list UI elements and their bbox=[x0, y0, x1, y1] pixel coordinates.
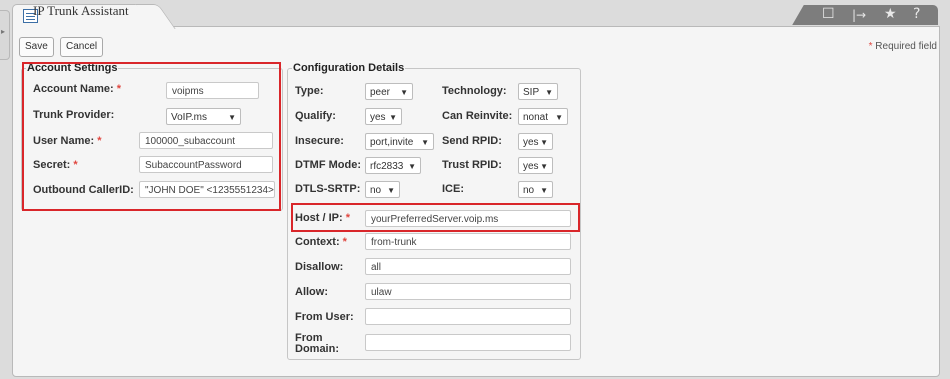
dropdown-arrow-icon: ▼ bbox=[540, 162, 548, 171]
account-name-label: Account Name: * bbox=[33, 83, 122, 95]
dropdown-arrow-icon: ▼ bbox=[421, 138, 429, 147]
secret-label: Secret: * bbox=[33, 159, 78, 171]
from-domain-label: From Domain: bbox=[295, 332, 339, 355]
title-toolbar: ☐ |→ ★ ? bbox=[808, 5, 938, 25]
trust-rpid-select[interactable]: yes ▼ bbox=[518, 157, 553, 174]
host-ip-field[interactable]: yourPreferredServer.voip.ms bbox=[365, 210, 571, 227]
dropdown-arrow-icon: ▼ bbox=[545, 88, 553, 97]
outbound-callerid-field[interactable]: "JOHN DOE" <1235551234> bbox=[139, 181, 275, 198]
trunk-provider-label: Trunk Provider: bbox=[33, 109, 115, 121]
dropdown-arrow-icon: ▼ bbox=[555, 113, 563, 122]
account-name-field[interactable]: voipms bbox=[166, 82, 259, 99]
user-name-field[interactable]: 100000_subaccount bbox=[139, 132, 273, 149]
pin-icon[interactable]: |→ bbox=[852, 8, 866, 22]
dtmf-mode-select[interactable]: rfc2833 ▼ bbox=[365, 157, 421, 174]
type-select[interactable]: peer ▼ bbox=[365, 83, 413, 100]
dropdown-arrow-icon: ▼ bbox=[389, 113, 397, 122]
main-panel: Save Cancel * Required field Account Set… bbox=[12, 26, 940, 377]
sidebar-toggle[interactable]: ▸ bbox=[0, 10, 10, 60]
dropdown-arrow-icon: ▼ bbox=[400, 88, 408, 97]
from-user-label: From User: bbox=[295, 311, 354, 323]
configuration-details-legend: Configuration Details bbox=[292, 62, 406, 74]
disallow-field[interactable]: all bbox=[365, 258, 571, 275]
send-rpid-label: Send RPID: bbox=[442, 135, 502, 147]
insecure-select[interactable]: port,invite ▼ bbox=[365, 133, 434, 150]
dtmf-mode-label: DTMF Mode: bbox=[295, 159, 361, 171]
dropdown-arrow-icon: ▼ bbox=[540, 138, 548, 147]
send-rpid-select[interactable]: yes ▼ bbox=[518, 133, 553, 150]
edit-icon[interactable]: ☐ bbox=[822, 6, 835, 22]
ice-label: ICE: bbox=[442, 183, 464, 195]
disallow-label: Disallow: bbox=[295, 261, 344, 273]
qualify-label: Qualify: bbox=[295, 110, 336, 122]
cancel-button[interactable]: Cancel bbox=[60, 37, 104, 57]
can-reinvite-select[interactable]: nonat ▼ bbox=[518, 108, 568, 125]
save-button[interactable]: Save bbox=[19, 37, 54, 57]
ice-select[interactable]: no ▼ bbox=[518, 181, 553, 198]
outbound-callerid-label: Outbound CallerID: bbox=[33, 184, 134, 196]
from-user-field[interactable] bbox=[365, 308, 571, 325]
technology-label: Technology: bbox=[442, 85, 507, 97]
page-title: IP Trunk Assistant bbox=[33, 3, 129, 18]
allow-label: Allow: bbox=[295, 286, 328, 298]
dtls-srtp-select[interactable]: no ▼ bbox=[365, 181, 400, 198]
dropdown-arrow-icon: ▼ bbox=[387, 186, 395, 195]
host-ip-label: Host / IP: * bbox=[295, 212, 351, 224]
insecure-label: Insecure: bbox=[295, 135, 344, 147]
can-reinvite-label: Can Reinvite: bbox=[442, 110, 513, 122]
dtls-srtp-label: DTLS-SRTP: bbox=[295, 183, 361, 195]
dropdown-arrow-icon: ▼ bbox=[228, 113, 236, 122]
user-name-label: User Name: * bbox=[33, 135, 102, 147]
allow-field[interactable]: ulaw bbox=[365, 283, 571, 300]
dropdown-arrow-icon: ▼ bbox=[408, 162, 416, 171]
account-settings-legend: Account Settings bbox=[26, 62, 119, 74]
context-label: Context: * bbox=[295, 236, 347, 248]
context-field[interactable]: from-trunk bbox=[365, 233, 571, 250]
required-note: * Required field bbox=[868, 41, 937, 52]
trust-rpid-label: Trust RPID: bbox=[442, 159, 502, 171]
help-icon[interactable]: ? bbox=[913, 6, 920, 22]
type-label: Type: bbox=[295, 85, 324, 97]
trunk-provider-select[interactable]: VoIP.ms ▼ bbox=[166, 108, 241, 125]
from-domain-field[interactable] bbox=[365, 334, 571, 351]
dropdown-arrow-icon: ▼ bbox=[540, 186, 548, 195]
chevron-right-icon: ▸ bbox=[1, 27, 6, 36]
technology-select[interactable]: SIP ▼ bbox=[518, 83, 558, 100]
star-icon[interactable]: ★ bbox=[884, 6, 897, 22]
qualify-select[interactable]: yes ▼ bbox=[365, 108, 402, 125]
secret-field[interactable]: SubaccountPassword bbox=[139, 156, 273, 173]
